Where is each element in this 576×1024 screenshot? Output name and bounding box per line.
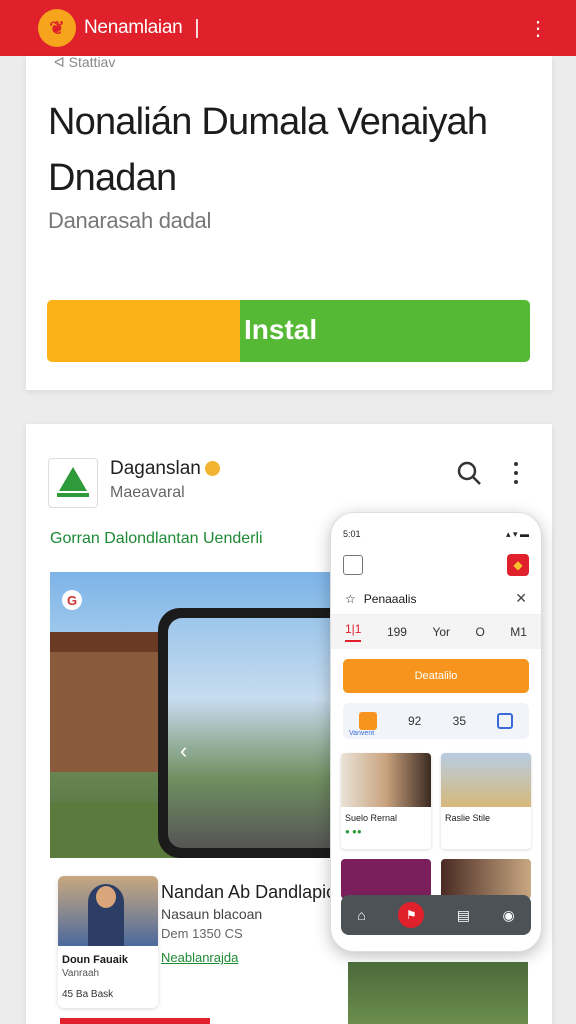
news-photo xyxy=(58,876,158,946)
install-button[interactable]: Instal xyxy=(47,300,530,362)
tile-caption: Suelo Rernal xyxy=(345,813,398,823)
app-headline: Nonalián Dumala Venaiyah Dnadan xyxy=(48,101,488,199)
chip-value-2[interactable]: 35 xyxy=(453,714,466,728)
app-logo-icon[interactable]: ❦ xyxy=(38,9,76,47)
mini-tile[interactable]: Suelo Rernal ● ●● xyxy=(341,753,431,849)
home-icon[interactable]: ⌂ xyxy=(357,907,365,923)
bottom-accent-strip xyxy=(60,1018,210,1024)
close-icon[interactable]: ✕ xyxy=(515,590,527,607)
app-red-icon[interactable]: ◆ xyxy=(507,554,529,576)
flag-icon[interactable]: ⚑ xyxy=(398,902,425,928)
section-link[interactable]: Gorran Dalondlantan Uenderli xyxy=(50,530,263,548)
feature-link[interactable]: Neablanrajda xyxy=(161,950,238,965)
chip-value-1[interactable]: 92 xyxy=(408,714,421,728)
status-bar: 5:01 ▴ ▾ ▬ xyxy=(331,513,541,547)
developer-logo-icon xyxy=(48,458,98,508)
mini-app-bar: ◆ xyxy=(331,547,541,583)
mini-tab-1[interactable]: 1|1 xyxy=(345,622,362,642)
phone-screen: ‹ › xyxy=(168,618,332,848)
mini-title-row: ☆ Penaaalis ✕ xyxy=(331,583,541,615)
mini-tile[interactable] xyxy=(341,859,431,899)
mini-tab-4[interactable]: O xyxy=(475,625,484,639)
chip-label: Vanvent xyxy=(349,730,375,737)
feature-meta: Dem 1350 CS xyxy=(161,926,243,941)
verified-badge-icon xyxy=(204,461,220,477)
status-icons: ▴ ▾ ▬ xyxy=(505,529,529,539)
status-time: 5:01 xyxy=(343,529,361,539)
news-footer: 45 Ba Bask xyxy=(62,989,114,1000)
mini-tab-3[interactable]: Yor xyxy=(432,625,450,639)
person-face xyxy=(96,886,116,908)
top-app-bar: ❦ Nenamlaian | ⋮ xyxy=(0,0,576,56)
developer-name-text: Daganslan xyxy=(110,458,201,479)
house-wall xyxy=(50,652,170,772)
install-button-label: Instal xyxy=(244,314,318,345)
feature-subtitle: Nasaun blacoan xyxy=(161,906,263,922)
developer-subtitle: Maeavaral xyxy=(110,484,185,501)
chip-blue-icon[interactable] xyxy=(497,713,514,729)
google-badge-icon: G xyxy=(62,590,82,610)
profile-icon[interactable]: ◉ xyxy=(503,907,515,924)
list-icon[interactable]: ▤ xyxy=(457,907,470,924)
mini-tab-5[interactable]: M1 xyxy=(510,625,527,639)
developer-name[interactable]: Daganslan xyxy=(110,458,220,480)
bottom-garden-image[interactable] xyxy=(348,962,528,1024)
mini-tab-2[interactable]: 199 xyxy=(387,625,407,639)
install-card: ᐊ Stattiav Nonalián Dumala Venaiyah Dnad… xyxy=(26,54,552,390)
tile-image xyxy=(441,753,531,807)
search-icon[interactable] xyxy=(456,460,482,486)
grid-icon[interactable] xyxy=(343,555,363,575)
mini-tabs: 1|1 199 Yor O M1 xyxy=(331,615,541,649)
tile-caption: Raslie Stile xyxy=(445,813,491,823)
mini-title: Penaaalis xyxy=(363,591,417,606)
hero-screenshot[interactable]: G ‹ › xyxy=(50,572,332,858)
mini-cta-label: Deatalilo xyxy=(414,670,458,682)
card-overline: ᐊ Stattiav xyxy=(54,54,116,70)
mini-tile[interactable] xyxy=(441,859,531,899)
logo-glyph: ❦ xyxy=(49,17,65,38)
star-icon[interactable]: ☆ xyxy=(345,592,356,606)
chip-orange-icon[interactable] xyxy=(358,712,377,730)
tile-image xyxy=(341,753,431,807)
mini-chip-row: 92 35 Vanvent xyxy=(343,703,529,739)
feature-title: Nandan Ab Dandlapic xyxy=(161,882,336,902)
title-caret: | xyxy=(194,16,200,39)
phone-mockup: 5:01 ▴ ▾ ▬ ◆ ☆ Penaaalis ✕ 1|1 199 Yor O… xyxy=(330,512,542,952)
mini-tile-grid: Suelo Rernal ● ●● Raslie Stile xyxy=(341,753,531,899)
app-subtitle: Danarasah dadal xyxy=(48,208,212,233)
mini-tile[interactable]: Raslie Stile xyxy=(441,753,531,849)
more-options-icon[interactable] xyxy=(510,460,522,486)
news-byline: Vanraah xyxy=(62,968,100,979)
phone-frame: ‹ › xyxy=(158,608,332,858)
news-card[interactable]: Doun Fauaik Vanraah 45 Ba Bask xyxy=(58,876,158,1008)
mini-bottom-nav: ⌂ ⚑ ▤ ◉ xyxy=(341,895,531,935)
prev-arrow-icon[interactable]: ‹ xyxy=(180,738,187,764)
overflow-menu-icon[interactable]: ⋮ xyxy=(528,16,548,41)
app-title: Nenamlaian xyxy=(84,17,183,38)
install-progress-fill xyxy=(47,300,241,362)
mini-cta-button[interactable]: Deatalilo xyxy=(343,659,529,693)
news-title: Doun Fauaik xyxy=(62,954,129,966)
tile-dots: ● ●● xyxy=(345,827,362,836)
